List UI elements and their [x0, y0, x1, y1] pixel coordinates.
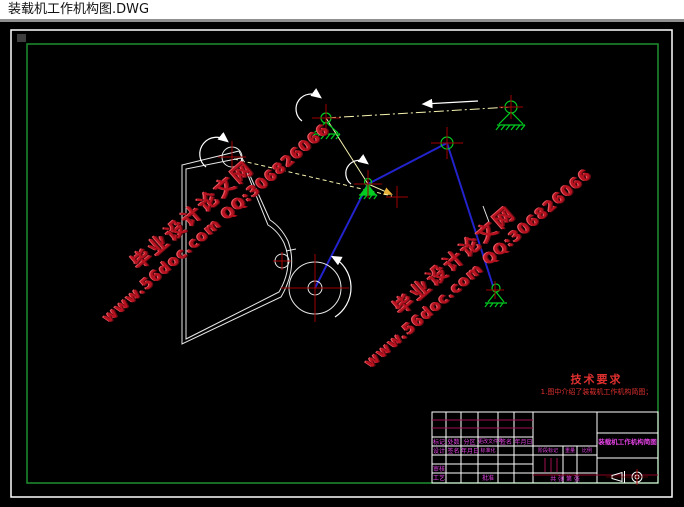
tb-rev-date: 年月日	[514, 439, 533, 446]
tb-role-sign: 签名	[447, 448, 460, 455]
cad-viewer-window: 装载机工作机构图.DWG 毕业设计论文网 www.56doc.com QQ:30…	[0, 0, 684, 507]
rotation-arc-top-left	[295, 88, 322, 122]
tb-rev-count: 处数	[447, 439, 460, 446]
rotation-arc-center	[345, 154, 369, 185]
tb-role-check: 审核	[432, 466, 445, 473]
drawing-canvas[interactable]	[0, 0, 684, 507]
tb-sheet-label: 共 张 第 张	[550, 476, 580, 483]
bellcrank-link[interactable]	[314, 142, 448, 289]
tech-req-item: 1.图中介绍了装载机工作机构简图；	[540, 388, 653, 396]
center-marks	[218, 95, 523, 322]
tb-role-approve: 批准	[481, 475, 494, 482]
tb-role-process: 工艺	[432, 475, 445, 482]
tb-role-standard: 标准化	[480, 448, 496, 454]
tb-stage-label: 阶段标记	[537, 448, 558, 454]
corner-handle	[17, 34, 26, 42]
support-bottom-right[interactable]	[484, 283, 507, 308]
direction-arrow	[421, 98, 479, 109]
tb-drawing-name: 装载机工作机构简图	[598, 438, 657, 446]
tb-rev-docno: 更改文件号	[478, 439, 504, 445]
technical-requirements: 技术要求 1.图中介绍了装载机工作机构简图；	[533, 373, 660, 397]
tb-weight-label: 重量	[564, 448, 575, 454]
crank-centerline[interactable]	[325, 106, 512, 119]
tb-rev-zone: 分区	[463, 439, 476, 446]
tb-scale-label: 比例	[581, 448, 592, 454]
tb-role-design: 设计	[432, 448, 445, 455]
tech-req-heading: 技术要求	[570, 373, 623, 386]
tb-rev-mark: 标记	[432, 439, 445, 446]
tb-role-date: 年月日	[461, 448, 480, 455]
ground-supports[interactable]	[310, 100, 526, 308]
tb-rev-sign: 签名	[499, 439, 512, 446]
rotation-arc-bucket-hub	[330, 255, 352, 318]
